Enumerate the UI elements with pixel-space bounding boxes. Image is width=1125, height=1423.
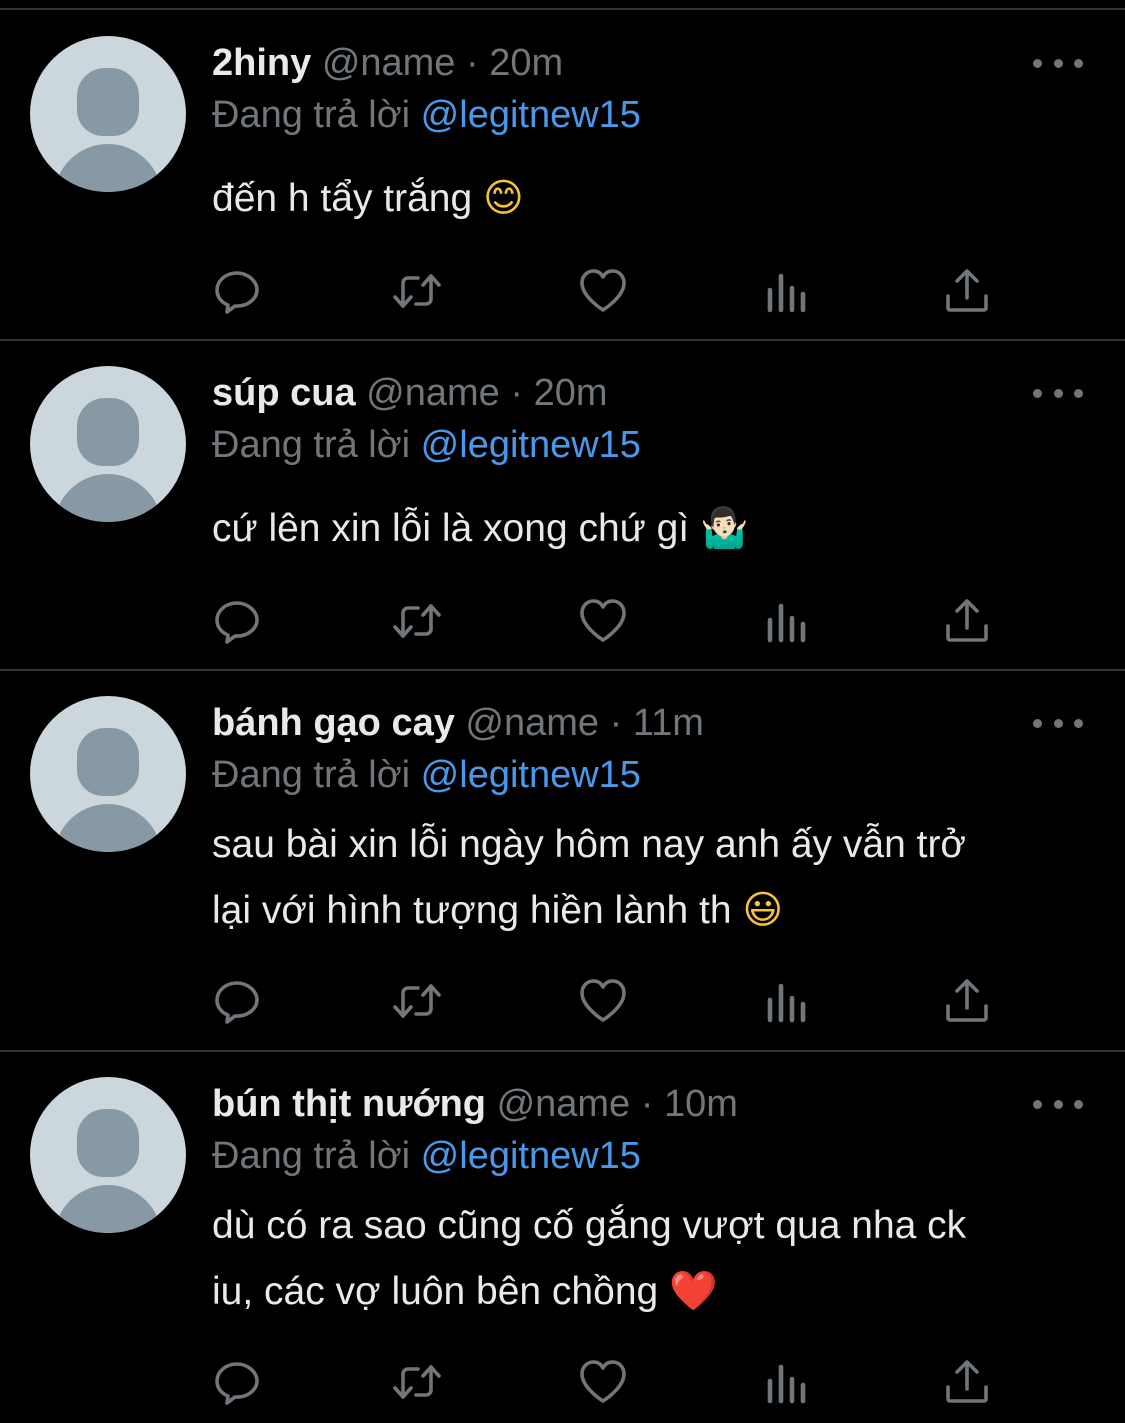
views-icon[interactable]	[762, 596, 812, 646]
views-icon[interactable]	[762, 1357, 812, 1407]
action-bar	[212, 976, 1012, 1026]
timestamp[interactable]: 20m	[534, 372, 608, 414]
tweet-text: dù có ra sao cũng cố gắng vượt qua nha c…	[212, 1193, 1092, 1325]
tweet-text: sau bài xin lỗi ngày hôm nay anh ấy vẫn …	[212, 812, 1092, 944]
tweet[interactable]: 2hiny @name · 20m Đang trả lời @legitnew…	[0, 0, 1125, 340]
tweet[interactable]: súp cua @name · 20m Đang trả lời @legitn…	[0, 330, 1125, 670]
share-icon[interactable]	[942, 1357, 992, 1407]
separator: ·	[609, 702, 623, 744]
reply-prefix: Đang trả lời	[212, 424, 411, 466]
separator: ·	[640, 1083, 654, 1125]
tweet-text-content: đến h tẩy trắng	[212, 177, 473, 220]
handle[interactable]: @name	[497, 1083, 631, 1125]
heart-icon[interactable]	[578, 976, 628, 1026]
tweet-text: cứ lên xin lỗi là xong chứ gì 🤷🏻‍♂️	[212, 496, 1092, 562]
replying-to: Đang trả lời @legitnew15	[212, 422, 641, 468]
share-icon[interactable]	[942, 596, 992, 646]
red-heart-emoji: ❤️	[669, 1269, 718, 1314]
replying-to: Đang trả lời @legitnew15	[212, 1133, 641, 1179]
action-bar	[212, 596, 1012, 646]
tweet-header: súp cua @name · 20m	[212, 370, 608, 416]
person-shrugging-emoji: 🤷🏻‍♂️	[699, 506, 749, 551]
reply-icon[interactable]	[212, 976, 262, 1026]
tweet[interactable]: bún thịt nướng @name · 10m Đang trả lời …	[0, 1041, 1125, 1423]
tweet-text-content: sau bài xin lỗi ngày hôm nay anh ấy vẫn …	[212, 823, 967, 932]
display-name[interactable]: bún thịt nướng	[212, 1083, 486, 1125]
tweet[interactable]: bánh gạo cay @name · 11m Đang trả lời @l…	[0, 660, 1125, 1052]
action-bar	[212, 266, 1012, 316]
reply-icon[interactable]	[212, 1357, 262, 1407]
tweet-header: bún thịt nướng @name · 10m	[212, 1081, 738, 1127]
replying-to: Đang trả lời @legitnew15	[212, 752, 641, 798]
default-avatar-icon[interactable]	[30, 1077, 186, 1233]
tweet-text-content: cứ lên xin lỗi là xong chứ gì	[212, 507, 690, 550]
default-avatar-icon[interactable]	[30, 696, 186, 852]
share-icon[interactable]	[942, 976, 992, 1026]
reply-icon[interactable]	[212, 266, 262, 316]
reply-mention[interactable]: @legitnew15	[421, 94, 641, 136]
timestamp[interactable]: 10m	[664, 1083, 738, 1125]
retweet-icon[interactable]	[392, 266, 442, 316]
more-icon[interactable]	[1033, 370, 1083, 416]
reply-icon[interactable]	[212, 596, 262, 646]
tweet-header: bánh gạo cay @name · 11m	[212, 700, 704, 746]
default-avatar-icon[interactable]	[30, 366, 186, 522]
reply-prefix: Đang trả lời	[212, 94, 411, 136]
display-name[interactable]: bánh gạo cay	[212, 702, 455, 744]
tweet-text-content: dù có ra sao cũng cố gắng vượt qua nha c…	[212, 1204, 967, 1313]
more-icon[interactable]	[1033, 700, 1083, 746]
timestamp[interactable]: 11m	[633, 702, 704, 744]
replying-to: Đang trả lời @legitnew15	[212, 92, 641, 138]
share-icon[interactable]	[942, 266, 992, 316]
separator: ·	[510, 372, 524, 414]
display-name[interactable]: 2hiny	[212, 42, 311, 84]
smiling-face-emoji: 😊	[483, 176, 524, 221]
views-icon[interactable]	[762, 976, 812, 1026]
more-icon[interactable]	[1033, 40, 1083, 86]
heart-icon[interactable]	[578, 1357, 628, 1407]
action-bar	[212, 1357, 1012, 1407]
more-icon[interactable]	[1033, 1081, 1083, 1127]
retweet-icon[interactable]	[392, 596, 442, 646]
reply-prefix: Đang trả lời	[212, 754, 411, 796]
timestamp[interactable]: 20m	[489, 42, 563, 84]
views-icon[interactable]	[762, 266, 812, 316]
handle[interactable]: @name	[465, 702, 599, 744]
retweet-icon[interactable]	[392, 1357, 442, 1407]
reply-mention[interactable]: @legitnew15	[421, 754, 641, 796]
reply-mention[interactable]: @legitnew15	[421, 424, 641, 466]
grinning-face-emoji: 😃	[742, 888, 784, 933]
tweet-text: đến h tẩy trắng 😊	[212, 166, 1092, 232]
handle[interactable]: @name	[322, 42, 456, 84]
handle[interactable]: @name	[366, 372, 500, 414]
retweet-icon[interactable]	[392, 976, 442, 1026]
display-name[interactable]: súp cua	[212, 372, 356, 414]
tweet-header: 2hiny @name · 20m	[212, 40, 563, 86]
default-avatar-icon[interactable]	[30, 36, 186, 192]
separator: ·	[466, 42, 479, 84]
reply-prefix: Đang trả lời	[212, 1135, 411, 1177]
reply-mention[interactable]: @legitnew15	[421, 1135, 641, 1177]
heart-icon[interactable]	[578, 596, 628, 646]
heart-icon[interactable]	[578, 266, 628, 316]
